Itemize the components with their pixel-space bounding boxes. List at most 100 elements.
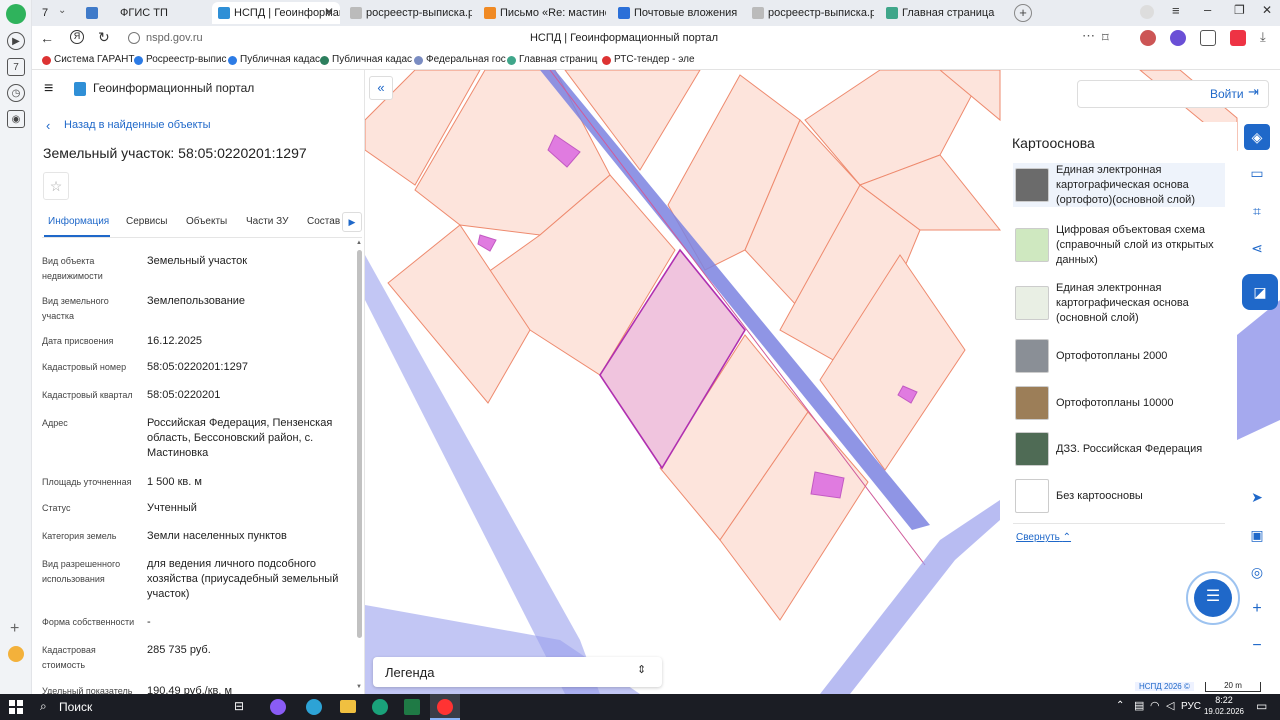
assistant-icon[interactable]: ◪ xyxy=(1242,274,1278,310)
field-label: Кадастровая стоимость xyxy=(42,645,96,670)
basemap-option[interactable]: Ортофотопланы 2000 xyxy=(1013,334,1225,378)
bookmark-item[interactable]: Главная страниц xyxy=(507,54,597,65)
excel-icon[interactable] xyxy=(404,699,420,715)
restore-icon[interactable]: ❐ xyxy=(1234,3,1245,17)
nspd-icon xyxy=(218,7,230,19)
taskbar-search[interactable]: ⌕ Поиск xyxy=(34,694,224,720)
yandex-browser-icon[interactable] xyxy=(430,694,460,720)
downloads-icon[interactable]: ⤓ xyxy=(1260,29,1266,45)
tray-chevron-icon[interactable]: ⌃ xyxy=(1116,700,1124,711)
bookmark-item[interactable]: Система ГАРАНТ xyxy=(42,54,134,65)
extension-icon[interactable] xyxy=(1140,30,1156,46)
new-tab-button[interactable]: + xyxy=(1014,4,1032,22)
tab-main-page[interactable]: Главная страница xyxy=(880,2,1008,24)
favorite-star-button[interactable]: ☆ xyxy=(43,172,69,200)
tabs-scroll-right-button[interactable]: ▶ xyxy=(342,212,362,232)
basemap-option[interactable]: Цифровая объектовая схема (справочный сл… xyxy=(1013,223,1225,267)
scroll-down-icon[interactable]: ▼ xyxy=(356,684,362,690)
extension-icon[interactable] xyxy=(1170,30,1186,46)
ruler-icon[interactable]: ▭ xyxy=(1244,160,1270,186)
bookmark-icon[interactable]: ⌑ xyxy=(1102,30,1109,46)
tab-information[interactable]: Информация xyxy=(48,216,109,227)
notifications-icon[interactable]: ▭ xyxy=(1256,699,1267,713)
minimap-icon[interactable]: ▣ xyxy=(1244,522,1270,548)
back-arrow-icon[interactable]: ‹ xyxy=(46,118,50,133)
select-area-icon[interactable]: ⌗ xyxy=(1244,198,1270,224)
tab-counter[interactable]: 7 xyxy=(36,2,56,24)
navigate-icon[interactable]: ➤ xyxy=(1244,484,1270,510)
basemap-option[interactable]: ДЗЗ. Российская Федерация xyxy=(1013,427,1225,471)
collapse-link[interactable]: Свернуть ⌃ xyxy=(1016,532,1071,543)
tab-fgis[interactable]: ФГИС ТП xyxy=(80,2,208,24)
alice-icon[interactable] xyxy=(270,699,286,715)
login-label[interactable]: Войти xyxy=(1210,87,1244,101)
close-icon[interactable]: ✕ xyxy=(324,5,334,19)
tab-attachments[interactable]: Почтовые вложения / Об xyxy=(612,2,740,24)
zoom-in-button[interactable]: + xyxy=(1244,596,1270,622)
tab-nspd[interactable]: НСПД | Геоинформацио✕ xyxy=(212,2,340,24)
task-view-icon[interactable]: ⊟ xyxy=(234,699,244,713)
share-icon[interactable]: ⋖ xyxy=(1244,235,1270,261)
windows-start-icon[interactable] xyxy=(9,700,23,714)
network-icon[interactable]: ▤ xyxy=(1134,699,1144,712)
extension-icon[interactable] xyxy=(1230,30,1246,46)
browser-logo-icon[interactable] xyxy=(6,4,26,24)
login-field[interactable]: Войти ⇥ xyxy=(1077,80,1269,108)
basemap-option[interactable]: Без картоосновы xyxy=(1013,474,1225,518)
window-close-icon[interactable]: ✕ xyxy=(1262,3,1272,17)
tab-composition[interactable]: Состав xyxy=(307,216,340,227)
menu-icon[interactable]: ≡ xyxy=(1172,3,1180,18)
clock-time[interactable]: 8:22 xyxy=(1204,695,1244,705)
field-value: 16.12.2025 xyxy=(147,335,203,347)
tabs-dropdown-icon[interactable]: ⌄ xyxy=(58,5,66,16)
scrollbar-thumb[interactable] xyxy=(357,250,362,638)
zoom-out-button[interactable]: − xyxy=(1244,633,1270,659)
hamburger-menu-icon[interactable]: ≡ xyxy=(44,80,53,98)
bookmark-item[interactable]: РТС-тендер - эле xyxy=(602,54,695,65)
history-icon[interactable]: ◷ xyxy=(7,84,25,102)
collapse-panel-button[interactable]: « xyxy=(369,76,393,100)
clock-date[interactable]: 19.02.2026 xyxy=(1202,707,1246,716)
bookmark-item[interactable]: Публичная кадас xyxy=(228,54,320,65)
scrollbar[interactable]: ▲ ▼ xyxy=(356,240,364,690)
field-value[interactable]: 58:05:0220201 xyxy=(147,388,352,403)
more-icon[interactable]: ⋯ xyxy=(1082,28,1095,44)
basemap-option[interactable]: Ортофотопланы 10000 xyxy=(1013,381,1225,425)
counter-badge[interactable]: 7 xyxy=(7,58,25,76)
tab-parts[interactable]: Части ЗУ xyxy=(246,216,288,227)
tab-objects[interactable]: Объекты xyxy=(186,216,227,227)
tab-rosreestr-2[interactable]: росреестр-выписка.рус xyxy=(746,2,874,24)
play-icon[interactable]: ▶ xyxy=(7,32,25,50)
basemap-option[interactable]: Единая электронная картографическая осно… xyxy=(1013,281,1225,325)
explorer-icon[interactable] xyxy=(340,700,356,713)
scroll-up-icon[interactable]: ▲ xyxy=(356,240,362,246)
back-to-results-link[interactable]: Назад в найденные объекты xyxy=(64,119,211,131)
basemap-option[interactable]: Единая электронная картографическая осно… xyxy=(1013,163,1225,207)
minimize-icon[interactable]: – xyxy=(1204,2,1211,17)
field-label: Категория земель xyxy=(42,531,117,541)
geolocate-icon[interactable]: ◎ xyxy=(1244,559,1270,585)
bookmark-item[interactable]: Росреестр-выпис xyxy=(134,54,226,65)
weather-icon[interactable] xyxy=(8,646,24,662)
legend-dropdown[interactable]: Легенда ⇕ xyxy=(373,657,662,687)
field-value: 1 500 кв. м xyxy=(147,476,202,488)
field-value[interactable]: 58:05:0220201:1297 xyxy=(147,360,352,375)
legend-label: Легенда xyxy=(385,665,435,680)
bookmark-item[interactable]: Федеральная гос xyxy=(414,54,506,65)
tab-rosreestr-1[interactable]: росреестр-выписка.рус xyxy=(344,2,472,24)
object-title: Земельный участок: 58:05:0220201:1297 xyxy=(43,145,307,161)
collections-icon[interactable] xyxy=(1200,30,1216,46)
bookmark-item[interactable]: Публичная кадас xyxy=(320,54,412,65)
edge-new-icon[interactable] xyxy=(372,699,388,715)
tab-mail[interactable]: Письмо «Re: мастиновка xyxy=(478,2,606,24)
camera-icon[interactable]: ◉ xyxy=(7,110,25,128)
volume-icon[interactable]: ◁ xyxy=(1166,699,1174,712)
profile-icon[interactable] xyxy=(1140,5,1154,19)
language-indicator[interactable]: РУС xyxy=(1181,701,1201,712)
wifi-icon[interactable]: ◠ xyxy=(1150,699,1160,712)
layers-icon[interactable]: ◈ xyxy=(1244,124,1270,150)
tab-services[interactable]: Сервисы xyxy=(126,216,167,227)
edge-icon[interactable] xyxy=(306,699,322,715)
add-panel-icon[interactable]: + xyxy=(10,620,19,638)
chat-button[interactable]: ☰ xyxy=(1186,571,1240,625)
